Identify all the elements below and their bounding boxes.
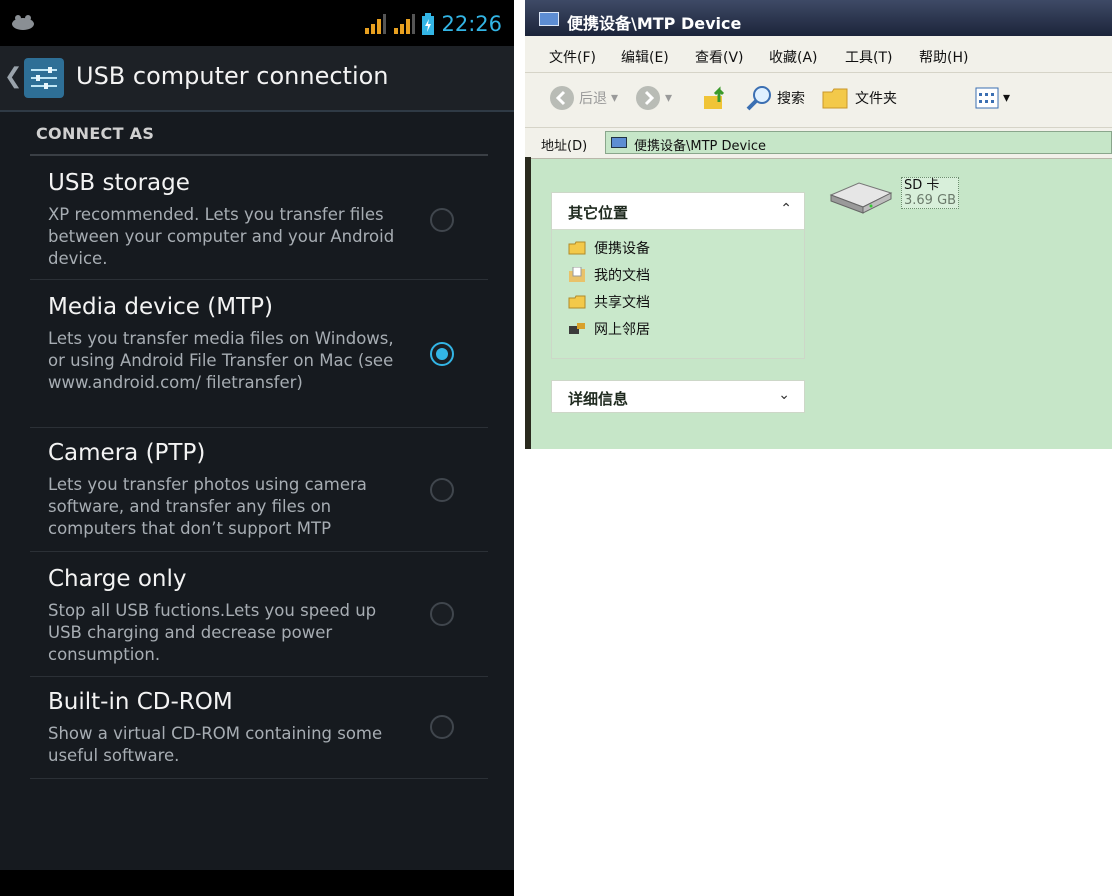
option-camera-ptp[interactable]: Camera (PTP) Lets you transfer photos us… <box>30 428 488 552</box>
option-title: Camera (PTP) <box>48 440 206 466</box>
option-title: Built-in CD-ROM <box>48 689 233 715</box>
address-bar: 地址(D) 便携设备\MTP Device <box>525 127 1112 159</box>
toolbar: 后退 ▾ ▾ 搜索 文件夹 ▾ <box>525 72 1112 127</box>
menu-file[interactable]: 文件(F) <box>549 47 596 67</box>
option-summary: Lets you transfer media files on Windows… <box>48 329 394 392</box>
up-folder-button[interactable] <box>701 83 729 113</box>
sd-card-drive[interactable]: SD 卡 3.69 GB <box>825 175 965 225</box>
settings-app-icon[interactable] <box>22 56 66 100</box>
option-title: USB storage <box>48 170 190 196</box>
up-folder-icon <box>704 86 725 109</box>
window-left-edge <box>525 157 531 449</box>
option-media-device-mtp[interactable]: Media device (MTP) Lets you transfer med… <box>30 280 488 428</box>
radio-camera-ptp[interactable] <box>430 478 454 502</box>
other-places-title: 其它位置 <box>568 204 629 222</box>
radio-usb-storage[interactable] <box>430 208 454 232</box>
link-label: 共享文档 <box>594 295 650 311</box>
battery-icon <box>422 13 435 35</box>
option-title: Media device (MTP) <box>48 294 273 320</box>
option-summary: Stop all USB fuctions.Lets you speed up … <box>48 601 377 664</box>
views-dropdown-icon[interactable]: ▾ <box>1003 90 1010 106</box>
folder-icon <box>568 295 586 309</box>
menu-bar: 文件(F) 编辑(E) 查看(V) 收藏(A) 工具(T) 帮助(H) <box>525 36 1112 72</box>
status-time: 22:26 <box>441 12 502 36</box>
drive-label: SD 卡 3.69 GB <box>901 177 960 209</box>
details-title: 详细信息 <box>568 390 629 408</box>
expand-icon[interactable]: ⌄ <box>778 387 790 403</box>
forward-dropdown-icon[interactable]: ▾ <box>665 90 672 106</box>
signal-strength-icon-2 <box>394 14 416 34</box>
views-icon <box>975 87 999 109</box>
folders-button[interactable]: 文件夹 <box>821 83 897 113</box>
drive-size: 3.69 GB <box>904 193 957 208</box>
back-arrow-icon <box>550 86 574 110</box>
menu-favorites[interactable]: 收藏(A) <box>769 47 818 67</box>
link-portable-devices[interactable]: 便携设备 <box>568 238 650 258</box>
other-places-panel: 其它位置 ⌃ 便携设备 我的文档 共享文档 网上邻居 <box>551 192 805 359</box>
section-header: CONNECT AS <box>36 124 155 143</box>
collapse-icon[interactable]: ⌃ <box>780 201 792 217</box>
link-my-documents[interactable]: 我的文档 <box>568 265 650 285</box>
screen-title: USB computer connection <box>76 62 389 90</box>
search-icon <box>746 86 771 111</box>
details-panel[interactable]: 详细信息 ⌄ <box>551 380 805 413</box>
explorer-window: 便携设备\MTP Device 文件(F) 编辑(E) 查看(V) 收藏(A) … <box>525 0 1112 449</box>
back-dropdown-icon[interactable]: ▾ <box>611 90 618 106</box>
option-summary: Lets you transfer photos using camera so… <box>48 475 367 538</box>
forward-button[interactable]: ▾ <box>635 83 672 113</box>
search-button[interactable]: 搜索 <box>745 83 805 113</box>
network-places-icon <box>569 323 585 334</box>
radio-built-in-cd-rom[interactable] <box>430 715 454 739</box>
radio-charge-only[interactable] <box>430 602 454 626</box>
option-summary: XP recommended. Lets you transfer files … <box>48 205 395 268</box>
status-bar: 22:26 <box>0 0 514 46</box>
portable-device-icon <box>539 12 559 26</box>
signal-strength-icon-1 <box>365 14 387 34</box>
other-places-header[interactable]: 其它位置 ⌃ <box>552 193 804 229</box>
my-documents-icon <box>569 267 585 282</box>
action-bar[interactable]: ❮ USB computer connection <box>0 46 514 112</box>
back-button[interactable]: 后退 ▾ <box>549 83 618 113</box>
link-label: 便携设备 <box>594 241 650 257</box>
option-usb-storage[interactable]: USB storage XP recommended. Lets you tra… <box>30 158 488 280</box>
option-summary: Show a virtual CD-ROM containing some us… <box>48 724 383 765</box>
link-label: 我的文档 <box>594 268 650 284</box>
option-title: Charge only <box>48 566 187 592</box>
android-usb-settings-screen: 22:26 ❮ USB computer connection CONNECT … <box>0 0 514 896</box>
other-places-list: 便携设备 我的文档 共享文档 网上邻居 <box>552 229 804 358</box>
option-built-in-cd-rom[interactable]: Built-in CD-ROM Show a virtual CD-ROM co… <box>30 677 488 779</box>
drive-name: SD 卡 <box>904 178 940 193</box>
back-label: 后退 <box>579 91 607 107</box>
search-label: 搜索 <box>777 91 805 107</box>
address-field[interactable]: 便携设备\MTP Device <box>605 131 1112 154</box>
folders-icon <box>822 88 848 109</box>
navigate-up-icon[interactable]: ❮ <box>4 64 22 89</box>
window-title: 便携设备\MTP Device <box>567 14 742 33</box>
section-divider <box>30 154 488 156</box>
menu-tools[interactable]: 工具(T) <box>845 47 892 67</box>
portable-device-icon <box>611 137 627 148</box>
address-value: 便携设备\MTP Device <box>634 139 766 154</box>
removable-drive-icon <box>829 182 893 214</box>
address-label: 地址(D) <box>541 139 588 154</box>
link-network-places[interactable]: 网上邻居 <box>568 319 650 339</box>
folder-icon <box>568 241 586 255</box>
menu-view[interactable]: 查看(V) <box>695 47 744 67</box>
link-shared-documents[interactable]: 共享文档 <box>568 292 650 312</box>
window-titlebar[interactable]: 便携设备\MTP Device <box>525 0 1112 36</box>
link-label: 网上邻居 <box>594 322 650 338</box>
menu-help[interactable]: 帮助(H) <box>919 47 968 67</box>
bottom-bar <box>0 870 514 896</box>
views-button[interactable]: ▾ <box>975 83 1010 113</box>
folders-label: 文件夹 <box>855 91 897 107</box>
option-charge-only[interactable]: Charge only Stop all USB fuctions.Lets y… <box>30 552 488 677</box>
android-notification-icon <box>12 15 34 30</box>
radio-media-device-mtp[interactable] <box>430 342 454 366</box>
forward-arrow-icon <box>636 86 660 110</box>
menu-edit[interactable]: 编辑(E) <box>621 47 669 67</box>
